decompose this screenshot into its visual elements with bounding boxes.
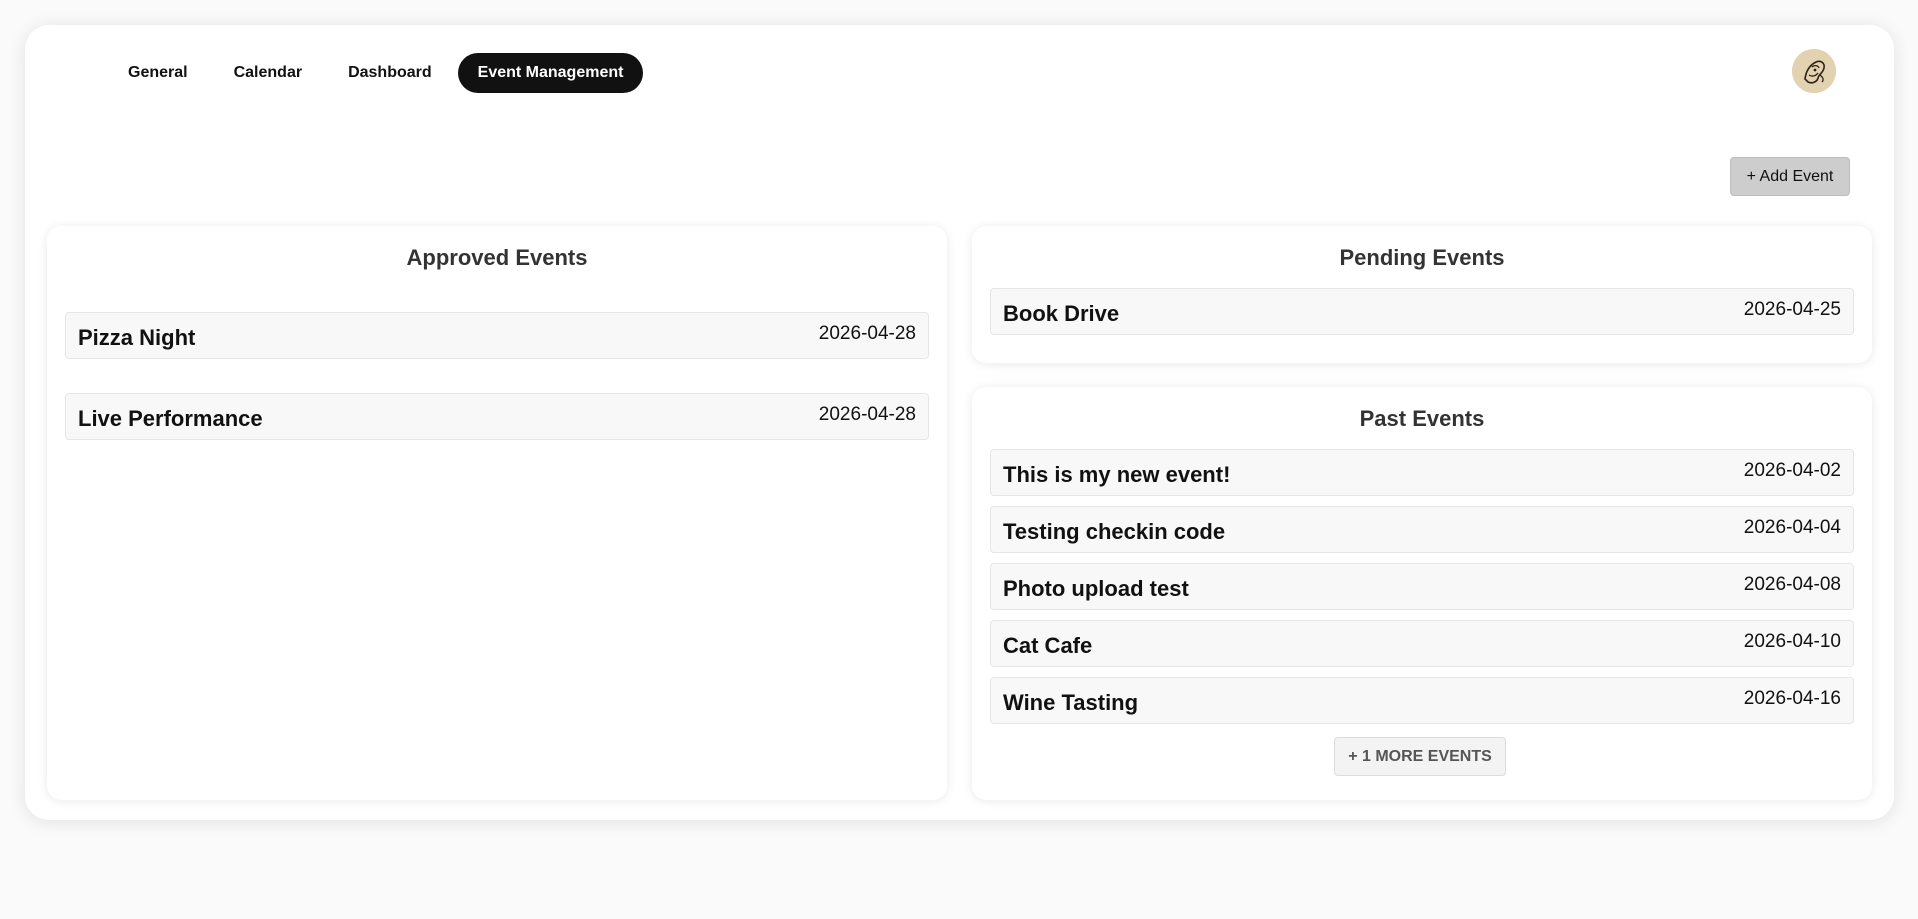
event-date: 2026-04-04 — [1743, 517, 1841, 538]
past-event-row[interactable]: Testing checkin code 2026-04-04 — [990, 506, 1854, 553]
more-events-button[interactable]: + 1 MORE EVENTS — [1334, 737, 1506, 776]
event-name: Wine Tasting — [1003, 690, 1139, 715]
approved-event-row[interactable]: Pizza Night 2026-04-28 — [65, 312, 929, 359]
past-events-panel: Past Events This is my new event! 2026-0… — [972, 387, 1872, 800]
tab-calendar[interactable]: Calendar — [214, 53, 322, 93]
pending-event-row[interactable]: Book Drive 2026-04-25 — [990, 288, 1854, 335]
event-name: This is my new event! — [1003, 462, 1231, 487]
event-name: Photo upload test — [1003, 576, 1189, 601]
event-name: Cat Cafe — [1003, 633, 1093, 658]
event-date: 2026-04-02 — [1743, 460, 1841, 481]
tab-general[interactable]: General — [108, 53, 208, 93]
avatar-illustration-icon — [1792, 49, 1836, 93]
app-card: General Calendar Dashboard Event Managem… — [25, 25, 1894, 820]
pending-events-title: Pending Events — [1339, 245, 1505, 270]
past-event-row[interactable]: This is my new event! 2026-04-02 — [990, 449, 1854, 496]
event-date: 2026-04-28 — [818, 404, 916, 425]
event-name: Pizza Night — [78, 325, 196, 350]
event-name: Live Performance — [78, 406, 263, 431]
event-date: 2026-04-16 — [1743, 688, 1841, 709]
event-date: 2026-04-25 — [1743, 299, 1841, 320]
main-nav: General Calendar Dashboard Event Managem… — [108, 53, 644, 93]
tab-event-management[interactable]: Event Management — [457, 53, 644, 93]
event-date: 2026-04-10 — [1743, 631, 1841, 652]
event-date: 2026-04-08 — [1743, 574, 1841, 595]
approved-events-title: Approved Events — [406, 245, 588, 270]
past-event-row[interactable]: Wine Tasting 2026-04-16 — [990, 677, 1854, 724]
past-event-row[interactable]: Photo upload test 2026-04-08 — [990, 563, 1854, 610]
add-event-button[interactable]: + Add Event — [1730, 157, 1850, 196]
approved-event-row[interactable]: Live Performance 2026-04-28 — [65, 393, 929, 440]
past-events-title: Past Events — [1359, 406, 1485, 431]
event-name: Testing checkin code — [1003, 519, 1226, 544]
avatar[interactable] — [1792, 49, 1836, 93]
event-date: 2026-04-28 — [818, 323, 916, 344]
tab-dashboard[interactable]: Dashboard — [328, 53, 452, 93]
past-event-row[interactable]: Cat Cafe 2026-04-10 — [990, 620, 1854, 667]
approved-events-panel: Approved Events Pizza Night 2026-04-28 L… — [47, 226, 947, 800]
pending-events-panel: Pending Events Book Drive 2026-04-25 — [972, 226, 1872, 363]
event-name: Book Drive — [1003, 301, 1120, 326]
